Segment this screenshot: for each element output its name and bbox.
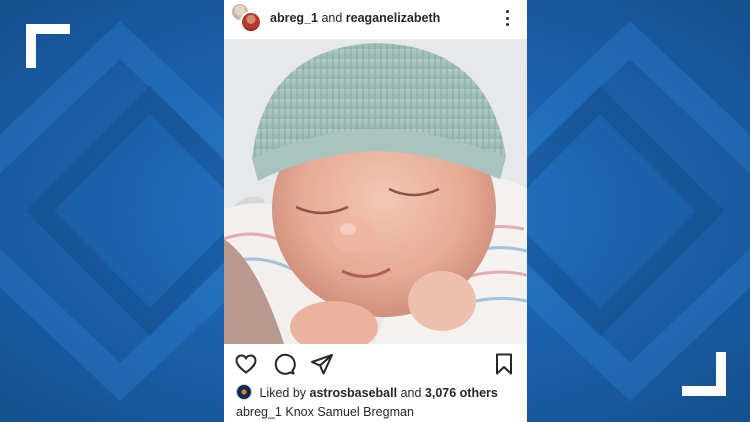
authors-joiner: and xyxy=(321,11,343,25)
post-header: abreg_1 and reaganelizabeth xyxy=(224,0,527,38)
avatar xyxy=(236,384,252,400)
avatar xyxy=(240,11,262,33)
post-photo[interactable] xyxy=(224,39,527,344)
avatar-stack[interactable] xyxy=(230,2,264,34)
likes-line: Liked by astrosbaseball and 3,076 others xyxy=(236,384,526,402)
bookmark-icon[interactable] xyxy=(492,352,516,376)
instagram-post-card: abreg_1 and reaganelizabeth Liked by ast… xyxy=(224,0,527,422)
corner-bracket-top-left xyxy=(26,24,70,68)
caption-text: Knox Samuel Bregman xyxy=(285,405,414,419)
send-icon[interactable] xyxy=(310,352,334,376)
newborn-photo-illustration xyxy=(224,39,527,344)
liked-by-joiner: and xyxy=(400,386,422,400)
corner-bracket-bottom-right xyxy=(682,352,726,396)
liked-by-label: Liked by xyxy=(259,386,307,400)
author-username[interactable]: abreg_1 xyxy=(270,11,318,25)
likes-count[interactable]: 3,076 others xyxy=(425,386,498,400)
heart-icon[interactable] xyxy=(234,352,258,376)
caption-username[interactable]: abreg_1 xyxy=(236,405,282,419)
post-caption: abreg_1 Knox Samuel Bregman xyxy=(236,405,526,419)
coauthor-username[interactable]: reaganelizabeth xyxy=(346,11,440,25)
post-actions xyxy=(224,348,527,378)
more-options-icon[interactable] xyxy=(500,8,514,28)
post-authors: abreg_1 and reaganelizabeth xyxy=(270,11,440,25)
liked-by-username[interactable]: astrosbaseball xyxy=(310,386,398,400)
comment-icon[interactable] xyxy=(272,352,296,376)
